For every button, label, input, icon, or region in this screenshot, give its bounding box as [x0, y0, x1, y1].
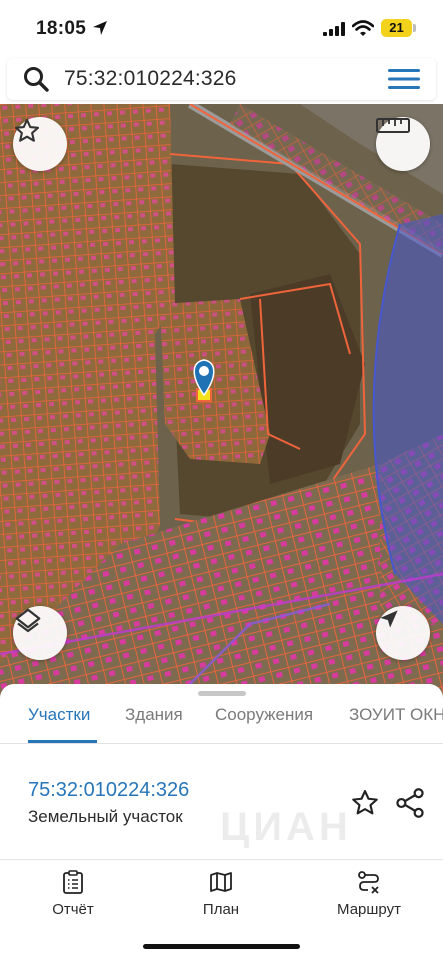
- star-icon: [14, 118, 40, 142]
- tab-parcels[interactable]: Участки: [28, 705, 90, 725]
- nav-plan[interactable]: План: [171, 870, 271, 918]
- battery-cap: [413, 24, 416, 32]
- map-plan-icon: [210, 872, 232, 892]
- ruler-icon: [376, 118, 410, 133]
- parcel-cadastral-number[interactable]: 75:32:010224:326: [28, 779, 189, 802]
- favorite-map-button[interactable]: [13, 117, 67, 171]
- cellular-signal-icon: [323, 22, 345, 36]
- my-location-button[interactable]: [376, 606, 430, 660]
- location-arrow-icon: [93, 21, 107, 35]
- share-icon[interactable]: [395, 787, 425, 819]
- status-time: 18:05: [36, 18, 87, 39]
- nav-report-label: Отчёт: [52, 901, 94, 918]
- parcel-type-label: Земельный участок: [28, 807, 183, 826]
- nav-report[interactable]: Отчёт: [23, 870, 123, 918]
- tabs-divider: [0, 743, 443, 744]
- report-clipboard-icon: [63, 870, 83, 894]
- map-view[interactable]: [0, 104, 443, 704]
- nav-plan-label: План: [202, 901, 240, 918]
- battery-icon: 21: [381, 19, 412, 37]
- search-icon[interactable]: [23, 66, 49, 92]
- layers-icon: [15, 608, 41, 633]
- tab-zouit-okn[interactable]: ЗОУИТ ОКН: [349, 705, 443, 725]
- layers-button[interactable]: [13, 606, 67, 660]
- ruler-button[interactable]: [376, 117, 430, 171]
- hamburger-menu-icon[interactable]: [387, 67, 421, 91]
- status-bar: 18:05 21: [0, 0, 443, 56]
- nav-route-label: Маршрут: [337, 901, 401, 918]
- wifi-icon: [352, 20, 374, 36]
- bottom-nav-divider: [0, 859, 443, 860]
- star-icon[interactable]: [350, 788, 380, 818]
- watermark-logo: ЦИАН: [220, 805, 352, 849]
- home-indicator[interactable]: [143, 944, 300, 949]
- navigation-arrow-icon: [380, 610, 398, 628]
- nav-route[interactable]: Маршрут: [319, 870, 419, 918]
- route-icon: [358, 871, 379, 894]
- search-input[interactable]: 75:32:010224:326: [64, 66, 237, 92]
- sheet-drag-handle[interactable]: [198, 691, 246, 696]
- tab-buildings[interactable]: Здания: [125, 705, 183, 725]
- tab-structures[interactable]: Сооружения: [215, 705, 313, 725]
